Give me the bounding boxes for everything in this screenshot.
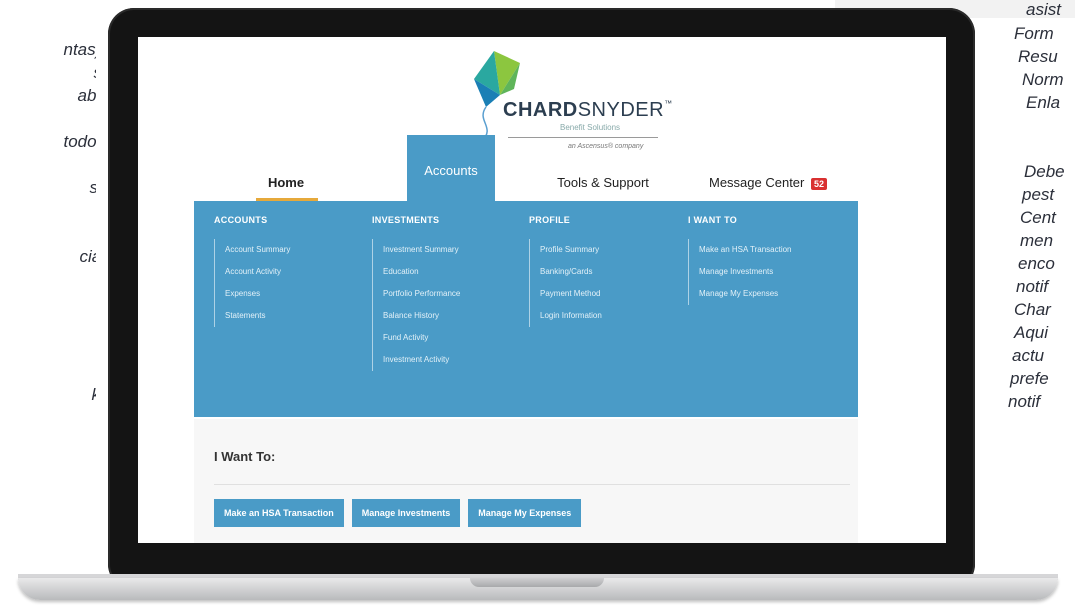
menu-item-account-activity[interactable]: Account Activity [221,261,290,283]
menu-column-investments: INVESTMENTS Investment Summary Education… [372,215,460,371]
menu-heading: I WANT TO [688,215,738,225]
right-line: enco [1018,254,1055,273]
i-want-to-divider [214,484,850,485]
laptop-notch [470,578,604,587]
right-line: prefe [1010,369,1049,388]
right-line: Aqui [1014,323,1049,342]
left-side-text: ntas) so able todo a su cia o r s ks [0,0,97,605]
nav-tools-support[interactable]: Tools & Support [548,165,658,201]
brand-name: CHARDSNYDER™ [503,99,673,121]
right-line: pest [1022,185,1055,204]
right-line: asist [1026,0,1061,19]
right-line: men [1020,231,1054,250]
menu-column-i-want-to: I WANT TO Make an HSA Transaction Manage… [688,215,792,305]
menu-item-manage-investments[interactable]: Manage Investments [695,261,792,283]
left-line: su [90,176,97,199]
brand-divider [508,137,658,138]
make-hsa-transaction-button[interactable]: Make an HSA Transaction [214,499,344,527]
right-line: Enla [1026,93,1061,112]
left-line: ntas) [63,40,97,59]
menu-item-investment-activity[interactable]: Investment Activity [379,349,460,371]
right-side-text: asist Form Resu Norm Enla Debe pest Cent… [1002,0,1075,605]
menu-item-manage-my-expenses[interactable]: Manage My Expenses [695,283,792,305]
menu-item-statements[interactable]: Statements [221,305,290,327]
menu-heading: ACCOUNTS [214,215,268,225]
menu-item-investment-summary[interactable]: Investment Summary [379,239,460,261]
nav-home[interactable]: Home [256,165,316,201]
menu-item-portfolio-performance[interactable]: Portfolio Performance [379,283,460,305]
i-want-to-buttons: Make an HSA Transaction Manage Investmen… [214,499,582,527]
nav-message-center-label: Message Center [708,175,805,190]
nav-message-center[interactable]: Message Center 52 [698,165,838,201]
left-line: todo [63,132,97,151]
brand-subtitle: Benefit Solutions [560,123,621,132]
brand-company: an Ascensus® company [568,143,644,150]
menu-item-expenses[interactable]: Expenses [221,283,290,305]
left-line: so [94,61,97,84]
manage-my-expenses-button[interactable]: Manage My Expenses [468,499,582,527]
left-line: cia [79,247,97,266]
menu-item-make-hsa-transaction[interactable]: Make an HSA Transaction [695,239,792,261]
left-line: ks [92,383,97,406]
left-line: able [77,86,97,105]
menu-item-login-information[interactable]: Login Information [536,305,602,327]
right-line: Debe [1024,162,1065,181]
right-line: Form [1014,24,1054,43]
nav-accounts[interactable]: Accounts [407,135,495,201]
right-line: Char [1014,300,1051,319]
menu-column-profile: PROFILE Profile Summary Banking/Cards Pa… [529,215,602,327]
right-line: notif [1008,392,1041,411]
manage-investments-button[interactable]: Manage Investments [351,499,461,527]
menu-item-balance-history[interactable]: Balance History [379,305,460,327]
right-line: Resu [1018,47,1058,66]
i-want-to-title: I Want To: [214,449,276,464]
right-line: notif [1016,277,1049,296]
accounts-mega-menu: ACCOUNTS Account Summary Account Activit… [194,201,858,417]
message-count-badge: 52 [811,177,828,190]
menu-heading: INVESTMENTS [372,215,440,225]
menu-item-fund-activity[interactable]: Fund Activity [379,327,460,349]
menu-item-education[interactable]: Education [379,261,460,283]
menu-heading: PROFILE [529,215,571,225]
right-line: Cent [1020,208,1056,227]
menu-item-banking-cards[interactable]: Banking/Cards [536,261,602,283]
right-line: Norm [1022,70,1064,89]
right-line: actu [1012,346,1045,365]
menu-item-profile-summary[interactable]: Profile Summary [536,239,602,261]
laptop-screen: CHARDSNYDER™ Benefit Solutions an Ascens… [138,37,946,543]
menu-column-accounts: ACCOUNTS Account Summary Account Activit… [214,215,290,327]
menu-item-account-summary[interactable]: Account Summary [221,239,290,261]
menu-item-payment-method[interactable]: Payment Method [536,283,602,305]
main-nav: Home Accounts Tools & Support Message Ce… [138,135,946,201]
